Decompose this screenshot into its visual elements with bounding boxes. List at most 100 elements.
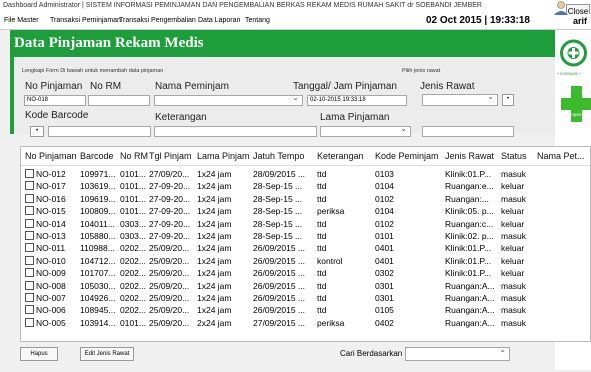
col-tgl-pinjam[interactable]: Tgl Pinjam [149,151,192,161]
user-avatar-icon [554,1,568,15]
table-row[interactable]: NO-009 101707... 0202... 25/09/20... 1x24 ja… [21,267,590,279]
col-no-rm[interactable]: No RM [120,151,148,161]
row-checkbox[interactable] [25,243,34,253]
cell-barcode: 105030... [80,280,116,291]
cell-barcode: 108945... [80,305,116,316]
cell-barcode: 109971... [80,169,116,179]
cell-keterangan: ttd [317,169,327,179]
cell-lama-pinjam: 1x24 jam [197,280,232,291]
cell-status: masuk [501,305,527,316]
kode-barcode-field[interactable] [48,126,151,137]
row-checkbox[interactable] [25,293,34,302]
cell-tgl-pinjam: 25/09/20... [149,255,190,266]
cell-text: NO-013 [36,231,66,241]
hapus-button[interactable]: Hapus [20,347,58,361]
col-barcode[interactable]: Barcode [80,151,114,161]
menu-data-laporan[interactable]: Data Laporan [198,17,240,24]
row-checkbox[interactable] [25,218,34,228]
jenis-rawat-detail-field[interactable] [422,126,514,137]
form-instruction: Lengkapi Form Di bawah untuk menambah da… [22,68,164,74]
col-jenis-rawat[interactable]: Jenis Rawat [445,151,494,161]
cell-no-pinjaman: NO-007 [25,293,66,303]
cell-kode-peminjam: 0401 [375,243,394,254]
cell-text: NO-011 [36,243,66,254]
cell-jenis-rawat: Klinik:01.P... [445,268,492,279]
col-kode-peminjam[interactable]: Kode Peminjam [375,151,439,161]
table-row[interactable]: NO-017 103619... 0101... 27-09-20... 1x24 ja… [21,180,590,192]
no-pinjaman-label: No Pinjaman [25,81,83,92]
table-row[interactable]: NO-011 110988... 0202... 25/09/20... 1x24 ja… [21,242,590,254]
cell-status: keluar [501,255,525,266]
simpan-label[interactable]: Simpan [566,112,581,117]
barcode-button[interactable]: • [30,126,44,137]
no-pinjaman-field[interactable]: NO-018 [24,95,86,106]
row-checkbox[interactable] [25,255,34,265]
keterangan-field[interactable] [154,126,317,137]
tanggal-field[interactable]: 02-10-2015 19:33:18 [307,95,407,106]
cell-status: masuk [501,317,527,328]
menu-transaksi-peminjaman[interactable]: Transaksi Peminjaman [50,17,121,24]
col-no-pinjaman[interactable]: No Pinjaman [25,151,77,161]
cell-keterangan: ttd [317,231,327,241]
cell-lama-pinjam: 1x24 jam [197,169,232,179]
cell-status: masuk [501,231,527,241]
cell-tgl-pinjam: 27-09-20... [149,181,191,192]
cell-no-pinjaman: NO-013 [25,231,66,241]
no-rm-field[interactable] [88,95,150,106]
table-row[interactable]: NO-015 100809... 0101... 27-09-20... 1x24 ja… [21,205,590,217]
cell-kode-peminjam: 0102 [375,193,394,204]
cell-jatuh-tempo: 26/09/2015 ... [253,305,305,316]
jenis-rawat-button[interactable]: • [502,94,514,106]
row-checkbox[interactable] [25,181,34,191]
cell-barcode: 103914... [80,317,116,328]
simpan-plus-icon[interactable] [561,84,591,124]
table-row[interactable]: NO-012 109971... 0101... 27/09/20... 1x24 ja… [21,168,590,180]
jenis-rawat-select[interactable] [422,94,498,106]
cell-barcode: 103619... [80,181,116,192]
table-row[interactable]: NO-014 104011... 0303... 27-09-20... 1x24 ja… [21,218,590,230]
cell-jatuh-tempo: 26/09/2015 ... [253,255,305,266]
row-checkbox[interactable] [25,268,34,278]
col-keterangan[interactable]: Keterangan [317,151,364,161]
row-checkbox[interactable] [25,305,34,315]
row-checkbox[interactable] [25,231,34,240]
cell-tgl-pinjam: 25/09/20... [149,293,190,303]
cell-barcode: 104926... [80,293,116,303]
nama-peminjam-select[interactable] [154,95,303,106]
table-row[interactable]: NO-006 108945... 0202... 25/09/20... 1x24 ja… [21,304,590,316]
cell-no-rm: 0202... [120,268,146,279]
col-nama-petugas[interactable]: Nama Pet... [537,151,585,161]
cell-lama-pinjam: 1x24 jam [197,268,232,279]
col-status[interactable]: Status [501,151,527,161]
cell-no-rm: 0202... [120,280,146,291]
cell-jatuh-tempo: 28-Sep-15 ... [253,218,303,229]
cell-jenis-rawat: Klinik:01.P... [445,255,492,266]
col-lama-pinjam[interactable]: Lama Pinjam [197,151,250,161]
cell-lama-pinjam: 2x24 jam [197,317,232,328]
row-checkbox[interactable] [25,317,34,327]
table-row[interactable]: NO-010 104712... 0202... 25/09/20... 1x24 ja… [21,255,590,267]
cell-no-rm: 0303... [120,231,146,241]
cari-select[interactable] [405,347,510,361]
table-row[interactable]: NO-005 103914... 0101... 25/09/20... 2x24 ja… [21,317,590,329]
menu-file-master[interactable]: File Master [4,17,39,24]
table-row[interactable]: NO-008 105030... 0202... 25/09/20... 1x24 ja… [21,280,590,292]
menu-tentang[interactable]: Tentang [245,17,270,24]
row-checkbox[interactable] [25,206,34,216]
row-checkbox[interactable] [25,169,34,178]
cell-jatuh-tempo: 26/09/2015 ... [253,268,305,279]
cell-jatuh-tempo: 26/09/2015 ... [253,280,305,291]
edit-jenis-rawat-button[interactable]: Edit Jenis Rawat [80,347,134,361]
lama-pinjaman-select[interactable] [320,126,411,137]
table-row[interactable]: NO-007 104926... 0202... 25/09/20... 1x24 ja… [21,292,590,304]
cell-no-pinjaman: NO-010 [25,255,66,266]
cell-no-rm: 0101... [120,206,146,217]
row-checkbox[interactable] [25,280,34,290]
row-checkbox[interactable] [25,193,34,203]
menu-transaksi-pengembalian[interactable]: Transaksi Pengembalian [119,17,196,24]
col-jatuh-tempo[interactable]: Jatuh Tempo [253,151,304,161]
pinjaman-table[interactable]: No Pinjaman Barcode No RM Tgl Pinjam Lam… [20,146,591,342]
table-row[interactable]: NO-013 105880... 0303... 27-09-20... 1x24 ja… [21,230,590,242]
cell-no-pinjaman: NO-005 [25,317,66,328]
table-row[interactable]: NO-016 109619... 0101... 27-09-20... 1x24 ja… [21,193,590,205]
